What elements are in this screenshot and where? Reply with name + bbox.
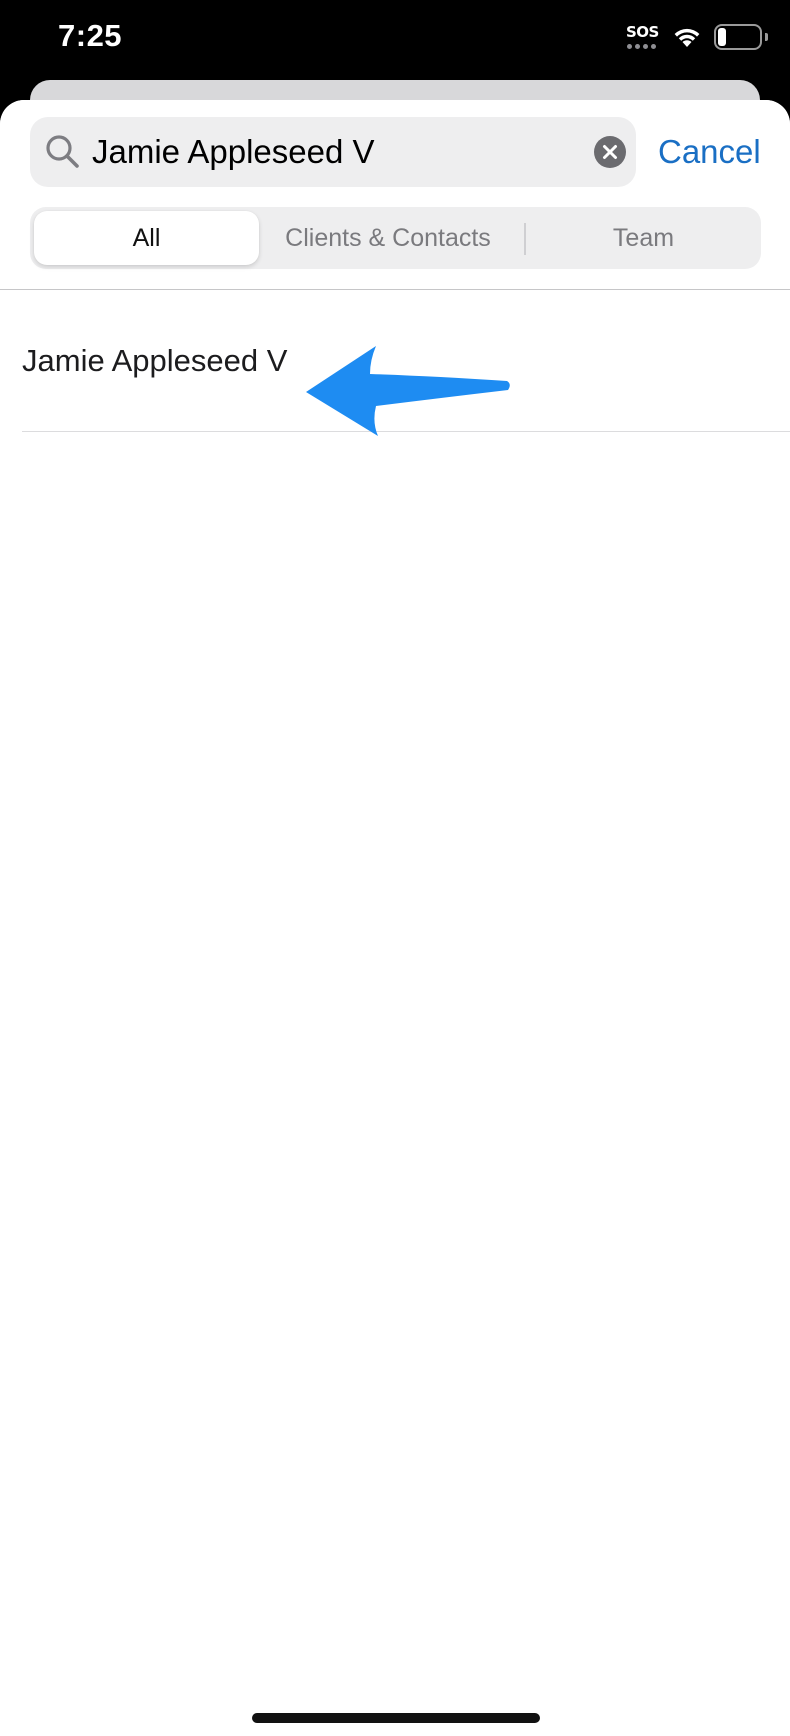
segment-clients-contacts[interactable]: Clients & Contacts	[268, 211, 508, 265]
search-sheet: Cancel All Clients & Contacts Team Jamie…	[0, 100, 790, 1736]
status-indicators: SOS	[626, 22, 768, 52]
segment-team[interactable]: Team	[530, 211, 757, 265]
home-indicator[interactable]	[252, 1713, 540, 1723]
search-field[interactable]	[30, 117, 636, 187]
search-header: Cancel All Clients & Contacts Team	[0, 100, 790, 290]
cancel-button[interactable]: Cancel	[658, 117, 761, 187]
magnifier-icon	[46, 135, 79, 168]
wifi-icon	[674, 28, 700, 47]
status-bar: 7:25 SOS	[0, 0, 790, 80]
sos-indicator: SOS	[626, 22, 660, 52]
clear-x-icon	[603, 145, 617, 159]
battery-icon	[714, 24, 768, 50]
signal-dots	[627, 44, 656, 49]
clear-search-button[interactable]	[594, 136, 626, 168]
filter-segmented-control: All Clients & Contacts Team	[30, 207, 761, 269]
segment-divider	[524, 223, 526, 255]
sos-label: SOS	[626, 23, 659, 41]
result-name: Jamie Appleseed V	[22, 343, 288, 378]
search-input[interactable]	[92, 117, 562, 187]
arrow-left-icon	[306, 346, 510, 436]
status-time: 7:25	[58, 18, 123, 53]
segment-all[interactable]: All	[34, 211, 259, 265]
battery-level	[718, 28, 726, 46]
